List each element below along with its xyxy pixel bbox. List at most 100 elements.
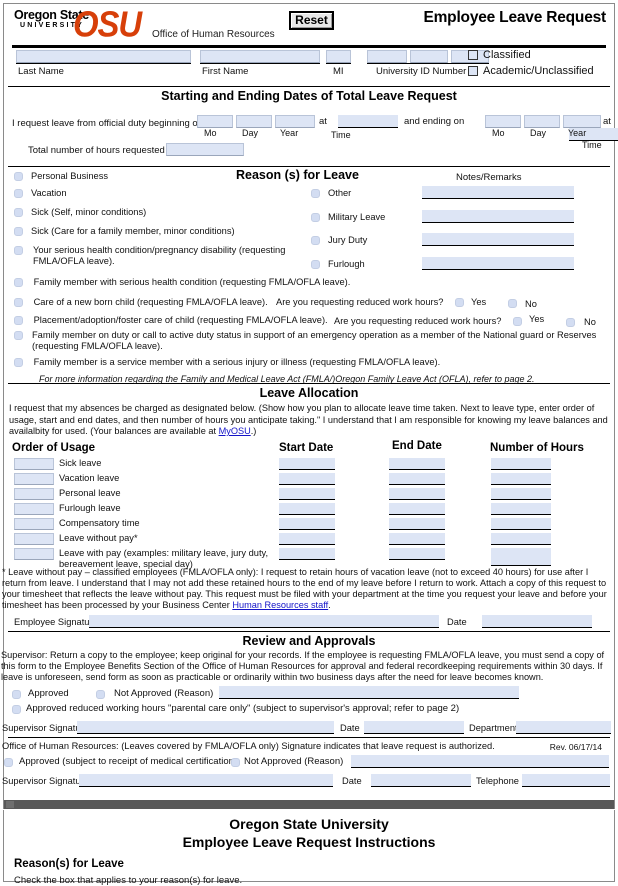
hours-input-vacation-leave[interactable] (491, 472, 551, 485)
notes-furlough-input[interactable] (422, 257, 574, 270)
last-name-input[interactable] (16, 50, 191, 63)
hours-input-personal-leave[interactable] (491, 487, 551, 500)
reason-sick-family-checkbox[interactable] (14, 227, 23, 237)
reason-jury-duty[interactable]: Jury Duty (311, 235, 367, 246)
order-input-vacation-leave[interactable] (14, 472, 54, 485)
middle-initial-input[interactable] (326, 50, 351, 63)
reason-service-member-injury-checkbox[interactable] (14, 358, 23, 368)
order-input-personal-leave[interactable] (14, 487, 54, 500)
hours-input-leave-without-pay[interactable] (491, 532, 551, 545)
reason-military-leave-checkbox[interactable] (311, 213, 320, 223)
reason-personal-business[interactable]: Personal Business (14, 171, 314, 182)
hours-input-furlough-leave[interactable] (491, 502, 551, 515)
reason-newborn-child-checkbox[interactable] (14, 298, 23, 308)
classified-checkbox[interactable] (468, 50, 478, 60)
reason-vacation-checkbox[interactable] (14, 189, 23, 199)
start-date-input-vacation-leave[interactable] (279, 472, 335, 485)
start-date-input-leave-without-pay[interactable] (279, 532, 335, 545)
begin-year-input[interactable] (275, 115, 315, 128)
first-name-input[interactable] (200, 50, 320, 63)
reduced-hours-yes-checkbox-2[interactable] (513, 317, 522, 326)
start-date-input-leave-with-pay[interactable] (279, 547, 335, 560)
end-date-input-compensatory-time[interactable] (389, 517, 445, 530)
supervisor-date-input[interactable] (364, 721, 464, 735)
employee-date-input[interactable] (482, 614, 592, 628)
notes-military-leave-input[interactable] (422, 210, 574, 223)
reason-other[interactable]: Other (311, 188, 351, 199)
ohr-not-approved-reason-input[interactable] (351, 755, 609, 769)
reset-button[interactable]: Reset (289, 11, 334, 30)
reason-furlough-checkbox[interactable] (311, 260, 320, 270)
supervisor-not-approved-checkbox[interactable] (96, 690, 105, 700)
reason-family-serious-health[interactable]: Family member with serious health condit… (14, 277, 350, 288)
reason-service-member-injury[interactable]: Family member is a service member with a… (14, 357, 440, 368)
reason-sick-self[interactable]: Sick (Self, minor conditions) (14, 207, 314, 218)
supervisor-approved-checkbox[interactable] (12, 690, 21, 700)
reason-sick-self-checkbox[interactable] (14, 208, 23, 218)
order-input-furlough-leave[interactable] (14, 502, 54, 515)
order-input-compensatory-time[interactable] (14, 517, 54, 530)
reason-placement-adoption[interactable]: Placement/adoption/foster care of child … (14, 315, 328, 326)
reason-sick-family[interactable]: Sick (Care for a family member, minor co… (14, 226, 314, 237)
end-month-input[interactable] (485, 115, 521, 128)
end-year-input[interactable] (563, 115, 601, 128)
classified-option[interactable]: Classified (468, 49, 608, 61)
reason-serious-health-checkbox[interactable] (14, 246, 23, 255)
supervisor-signature-input[interactable] (77, 721, 334, 735)
reason-furlough[interactable]: Furlough (311, 259, 365, 270)
notes-jury-duty-input[interactable] (422, 233, 574, 246)
employee-signature-input[interactable] (89, 614, 439, 628)
end-date-input-sick-leave[interactable] (389, 457, 445, 470)
reason-vacation[interactable]: Vacation (14, 188, 314, 199)
reduced-hours-yes-checkbox-1[interactable] (455, 298, 464, 307)
begin-day-input[interactable] (236, 115, 272, 128)
start-date-input-personal-leave[interactable] (279, 487, 335, 500)
reduced-working-hours-checkbox[interactable] (12, 705, 21, 715)
reason-active-duty[interactable]: Family member on duty or call to active … (14, 330, 604, 352)
reason-placement-adoption-checkbox[interactable] (14, 316, 23, 326)
reasons-wide-section: Family member with serious health condit… (4, 275, 614, 384)
university-id-part1-input[interactable] (367, 50, 407, 63)
reason-active-duty-checkbox[interactable] (14, 331, 23, 340)
reduced-hours-no-checkbox-1[interactable] (508, 299, 517, 308)
hours-input-compensatory-time[interactable] (491, 517, 551, 530)
start-date-input-compensatory-time[interactable] (279, 517, 335, 530)
university-id-part2-input[interactable] (410, 50, 448, 63)
ohr-not-approved-checkbox[interactable] (231, 758, 240, 768)
end-date-input-vacation-leave[interactable] (389, 472, 445, 485)
reason-jury-duty-checkbox[interactable] (311, 236, 320, 246)
order-input-leave-without-pay[interactable] (14, 532, 54, 545)
end-date-input-personal-leave[interactable] (389, 487, 445, 500)
hours-input-sick-leave[interactable] (491, 457, 551, 470)
reason-personal-business-checkbox[interactable] (14, 172, 23, 182)
myosu-link[interactable]: MyOSU (219, 426, 251, 436)
supervisor-not-approved-reason-input[interactable] (219, 686, 519, 700)
reason-serious-health[interactable]: Your serious health condition/pregnancy … (14, 245, 309, 267)
hours-input-leave-with-pay[interactable] (491, 547, 551, 566)
start-date-input-furlough-leave[interactable] (279, 502, 335, 515)
reason-military-leave[interactable]: Military Leave (311, 212, 385, 223)
reason-other-checkbox[interactable] (311, 189, 320, 199)
academic-unclassified-checkbox[interactable] (468, 66, 478, 76)
total-hours-input[interactable] (166, 143, 244, 156)
order-input-sick-leave[interactable] (14, 457, 54, 470)
reduced-hours-no-checkbox-2[interactable] (566, 318, 575, 327)
order-input-leave-with-pay[interactable] (14, 547, 54, 560)
end-day-input[interactable] (524, 115, 560, 128)
ohr-date-input[interactable] (371, 774, 471, 788)
reason-newborn-child[interactable]: Care of a new born child (requesting FML… (14, 297, 268, 308)
ohr-supervisor-signature-input[interactable] (79, 774, 333, 788)
telephone-input[interactable] (522, 774, 610, 788)
ohr-approved-checkbox[interactable] (4, 758, 13, 768)
begin-time-input[interactable] (338, 115, 398, 128)
start-date-input-sick-leave[interactable] (279, 457, 335, 470)
academic-option[interactable]: Academic/Unclassified (468, 65, 608, 77)
notes-other-input[interactable] (422, 186, 574, 199)
department-input[interactable] (516, 721, 611, 735)
end-date-input-leave-without-pay[interactable] (389, 532, 445, 545)
reason-family-serious-health-checkbox[interactable] (14, 278, 23, 288)
end-date-input-leave-with-pay[interactable] (389, 547, 445, 560)
begin-month-input[interactable] (197, 115, 233, 128)
human-resources-staff-link[interactable]: Human Resources staff (232, 600, 328, 610)
end-date-input-furlough-leave[interactable] (389, 502, 445, 515)
